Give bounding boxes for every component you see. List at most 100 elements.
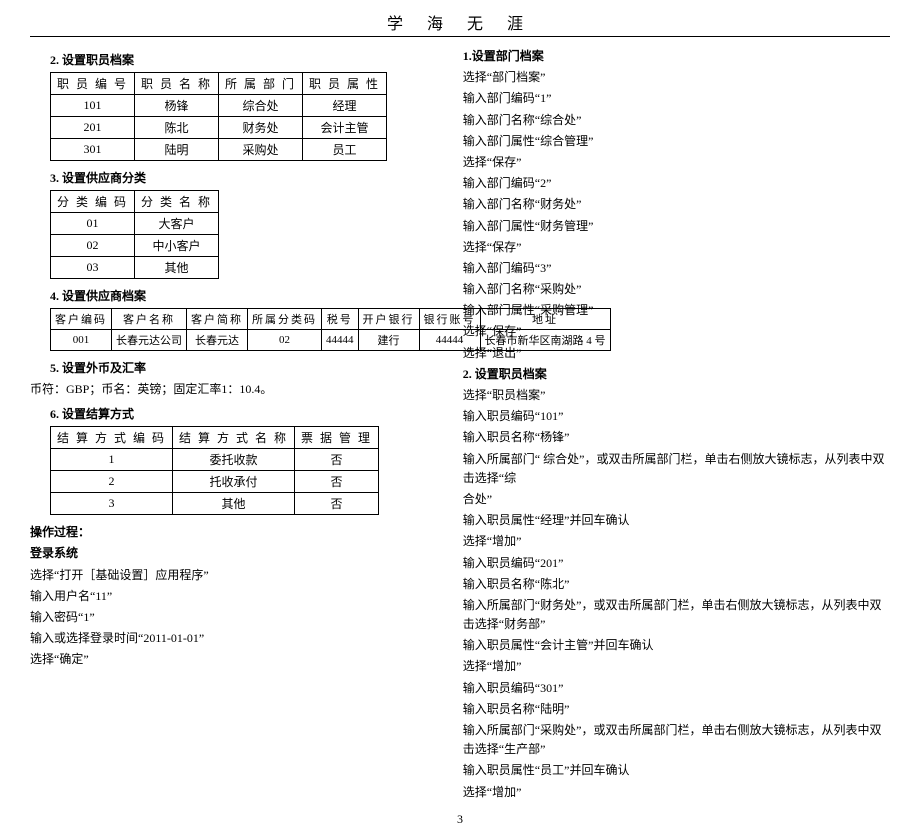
cell: 03 [51, 257, 135, 279]
step: 选择“部门档案” [463, 68, 893, 87]
cell: 02 [248, 330, 322, 351]
step: 输入职员名称“杨锋” [463, 428, 893, 447]
currency-line: 币符：GBP；币名：英镑；固定汇率1：10.4。 [30, 380, 443, 399]
col-header: 职 员 属 性 [303, 73, 387, 95]
step-long: 输入所属部门“财务处”，或双击所属部门栏，单击右侧放大镜标志，从列表中双击选择“… [463, 596, 893, 634]
left-column: 2. 设置职员档案 职 员 编 号 职 员 名 称 所 属 部 门 职 员 属 … [30, 45, 443, 804]
cell: 托收承付 [173, 471, 295, 493]
cell: 杨锋 [135, 95, 219, 117]
cell: 02 [51, 235, 135, 257]
cell: 2 [51, 471, 173, 493]
table-row: 1委托收款否 [51, 449, 379, 471]
op-step: 输入密码“1” [30, 608, 443, 627]
cell: 其他 [135, 257, 219, 279]
col-header: 票 据 管 理 [295, 427, 379, 449]
col-header: 结 算 方 式 名 称 [173, 427, 295, 449]
cell: 201 [51, 117, 135, 139]
table-row: 01大客户 [51, 213, 219, 235]
table-row: 301陆明采购处员工 [51, 139, 387, 161]
login-heading: 登录系统 [30, 544, 443, 563]
cell: 建行 [358, 330, 419, 351]
step: 选择“保存” [463, 238, 893, 257]
cell: 中小客户 [135, 235, 219, 257]
cell: 采购处 [219, 139, 303, 161]
table-row: 03其他 [51, 257, 219, 279]
col-header: 结 算 方 式 编 码 [51, 427, 173, 449]
step: 选择“保存” [463, 322, 893, 341]
step: 输入职员名称“陆明” [463, 700, 893, 719]
heading-supplier-class: 3. 设置供应商分类 [50, 169, 443, 186]
cell: 陆明 [135, 139, 219, 161]
col-header: 分 类 名 称 [135, 191, 219, 213]
col-header: 所 属 部 门 [219, 73, 303, 95]
two-column-layout: 2. 设置职员档案 职 员 编 号 职 员 名 称 所 属 部 门 职 员 属 … [30, 45, 890, 804]
step: 输入职员编码“301” [463, 679, 893, 698]
cell: 否 [295, 449, 379, 471]
heading-emp-archive: 2. 设置职员档案 [463, 365, 893, 384]
col-header: 职 员 编 号 [51, 73, 135, 95]
col-header: 客户名称 [112, 309, 187, 330]
step: 输入职员属性“会计主管”并回车确认 [463, 636, 893, 655]
cell: 综合处 [219, 95, 303, 117]
step: 输入职员编码“201” [463, 554, 893, 573]
step: 选择“增加” [463, 783, 893, 802]
cell: 经理 [303, 95, 387, 117]
cell: 3 [51, 493, 173, 515]
cell: 44444 [322, 330, 359, 351]
divider [30, 36, 890, 37]
step: 输入部门属性“综合管理” [463, 132, 893, 151]
step: 输入部门名称“财务处” [463, 195, 893, 214]
page-title: 学 海 无 涯 [30, 10, 890, 34]
cell: 会计主管 [303, 117, 387, 139]
ops-heading: 操作过程： [30, 523, 443, 542]
cell: 其他 [173, 493, 295, 515]
col-header: 职 员 名 称 [135, 73, 219, 95]
step: 输入职员属性“员工”并回车确认 [463, 761, 893, 780]
table-employees: 职 员 编 号 职 员 名 称 所 属 部 门 职 员 属 性 101杨锋综合处… [50, 72, 387, 161]
step: 输入部门属性“财务管理” [463, 217, 893, 236]
cell: 301 [51, 139, 135, 161]
heading-supplier-archive: 4. 设置供应商档案 [50, 287, 443, 304]
cell: 否 [295, 471, 379, 493]
table-row: 3其他否 [51, 493, 379, 515]
heading-currency: 5. 设置外币及汇率 [50, 359, 443, 376]
step-continuation: 合处” [463, 490, 893, 509]
table-header-row: 结 算 方 式 编 码 结 算 方 式 名 称 票 据 管 理 [51, 427, 379, 449]
op-step: 选择“打开［基础设置］应用程序” [30, 566, 443, 585]
heading-employees: 2. 设置职员档案 [50, 51, 443, 68]
step: 输入部门编码“3” [463, 259, 893, 278]
col-header: 分 类 编 码 [51, 191, 135, 213]
step: 输入所属部门“ 综合处”，或双击所属部门栏，单击右侧放大镜标志，从列表中双击选择… [463, 450, 893, 488]
step: 选择“增加” [463, 657, 893, 676]
cell: 员工 [303, 139, 387, 161]
op-step: 输入用户名“11” [30, 587, 443, 606]
table-row: 101杨锋综合处经理 [51, 95, 387, 117]
step: 选择“增加” [463, 532, 893, 551]
step: 输入部门编码“1” [463, 89, 893, 108]
step: 选择“职员档案” [463, 386, 893, 405]
cell: 否 [295, 493, 379, 515]
cell: 委托收款 [173, 449, 295, 471]
step: 选择“退出” [463, 344, 893, 363]
step: 输入职员属性“经理”并回车确认 [463, 511, 893, 530]
col-header: 税号 [322, 309, 359, 330]
cell: 财务处 [219, 117, 303, 139]
cell: 长春元达 [187, 330, 248, 351]
cell: 101 [51, 95, 135, 117]
heading-settlement: 6. 设置结算方式 [50, 405, 443, 422]
cell: 陈北 [135, 117, 219, 139]
page-number: 3 [30, 812, 890, 827]
cell: 01 [51, 213, 135, 235]
table-supplier-class: 分 类 编 码 分 类 名 称 01大客户 02中小客户 03其他 [50, 190, 219, 279]
col-header: 开户银行 [358, 309, 419, 330]
step: 输入部门名称“综合处” [463, 111, 893, 130]
op-step: 输入或选择登录时间“2011-01-01” [30, 629, 443, 648]
step: 输入部门属性“采购管理” [463, 301, 893, 320]
col-header: 所属分类码 [248, 309, 322, 330]
table-header-row: 职 员 编 号 职 员 名 称 所 属 部 门 职 员 属 性 [51, 73, 387, 95]
table-row: 2托收承付否 [51, 471, 379, 493]
step: 输入职员名称“陈北” [463, 575, 893, 594]
table-row: 02中小客户 [51, 235, 219, 257]
col-header: 客户编码 [51, 309, 112, 330]
cell: 大客户 [135, 213, 219, 235]
